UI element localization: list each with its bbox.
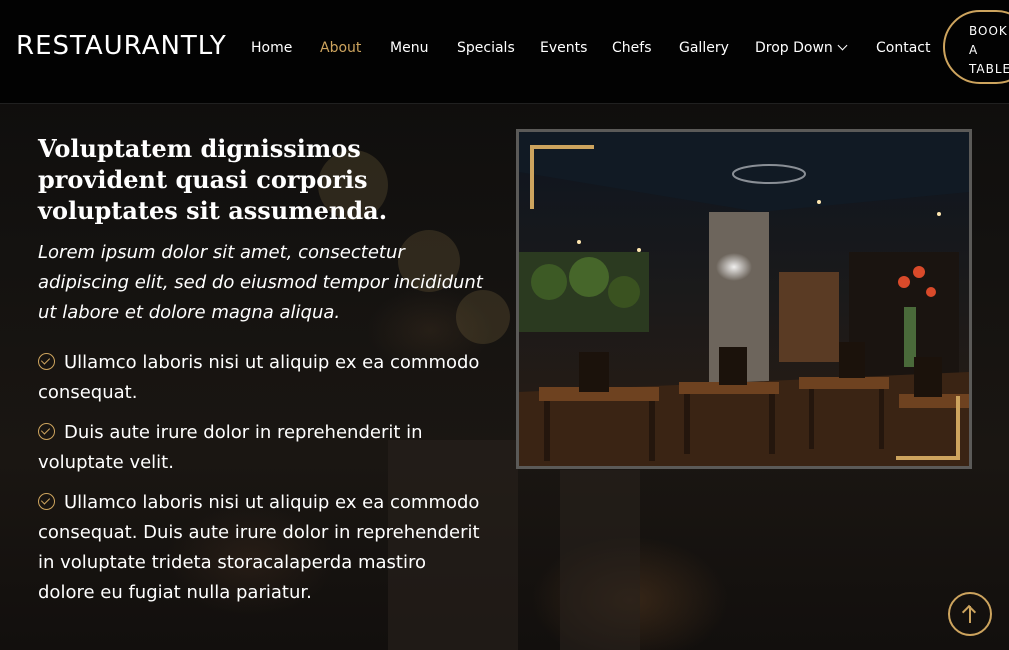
frame-corner-bottom-right [896,396,960,460]
frame-corner-top-left [530,145,594,209]
check-circle-icon [38,493,55,510]
logo[interactable]: RESTAURANTLY [16,31,227,61]
book-button-line-2: A [969,43,979,57]
list-item-text: Ullamco laboris nisi ut aliquip ex ea co… [38,352,480,403]
about-lead: Lorem ipsum dolor sit amet, consectetur … [38,242,483,323]
nav-about[interactable]: About [320,40,361,56]
nav-menu[interactable]: Menu [390,40,428,56]
book-button-line-1: BOOK [969,24,1008,38]
list-item-text: Duis aute irure dolor in reprehenderit i… [38,422,423,473]
about-title: Voluptatem dignissimos provident quasi c… [38,134,388,225]
nav-contact[interactable]: Contact [876,40,930,56]
book-a-table-button[interactable]: BOOK A TABLE [943,10,1009,84]
back-to-top-button[interactable] [948,592,992,636]
chevron-down-icon [837,40,848,51]
check-circle-icon [38,423,55,440]
nav-specials[interactable]: Specials [457,40,515,56]
list-item: Ullamco laboris nisi ut aliquip ex ea co… [38,488,488,608]
about-content: Voluptatem dignissimos provident quasi c… [38,133,488,618]
list-item-text: Ullamco laboris nisi ut aliquip ex ea co… [38,492,480,603]
site-header: RESTAURANTLY Home About Menu Specials Ev… [0,0,1009,104]
nav-chefs[interactable]: Chefs [612,40,651,56]
nav-gallery[interactable]: Gallery [679,40,729,56]
nav-home[interactable]: Home [251,40,292,56]
list-item: Ullamco laboris nisi ut aliquip ex ea co… [38,348,488,408]
nav-dropdown[interactable]: Drop Down [755,40,848,56]
nav-events[interactable]: Events [540,40,587,56]
about-list: Ullamco laboris nisi ut aliquip ex ea co… [38,348,488,608]
book-button-line-3: TABLE [969,62,1009,76]
list-item: Duis aute irure dolor in reprehenderit i… [38,418,488,478]
nav-dropdown-label: Drop Down [755,40,833,56]
check-circle-icon [38,353,55,370]
